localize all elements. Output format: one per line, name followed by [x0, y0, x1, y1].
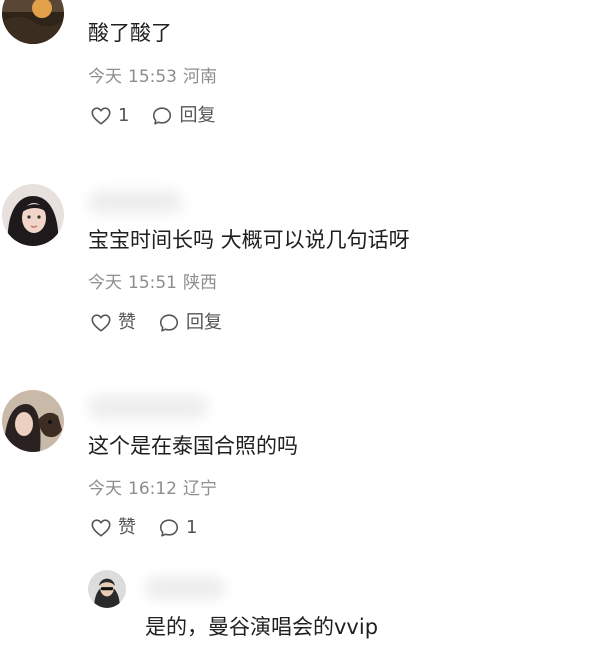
reply-label: 回复 — [186, 312, 222, 333]
comment-text: 宝宝时间长吗 大概可以说几句话呀 — [88, 228, 410, 252]
comment-date: 今天 — [88, 273, 122, 293]
comment-item-3: 这个是在泰国合照的吗 今天 16:12 辽宁 赞 1 — [0, 350, 600, 560]
comment-location: 陕西 — [183, 273, 217, 293]
comment-text: 这个是在泰国合照的吗 — [88, 434, 298, 458]
avatar[interactable] — [2, 184, 64, 246]
like-count: 1 — [118, 105, 130, 126]
comment-time: 16:12 — [128, 479, 177, 499]
comment-date: 今天 — [88, 67, 122, 87]
comment-bubble-icon — [159, 314, 179, 332]
comment-actions: 1 回复 — [90, 104, 215, 128]
heart-icon — [91, 107, 111, 125]
comment-meta: 今天 15:51 陕西 — [88, 272, 223, 294]
avatar[interactable] — [88, 570, 126, 608]
reply-item: 是的，曼谷演唱会的vvip — [0, 560, 600, 650]
comment-bubble-icon — [153, 107, 172, 125]
username-blurred — [88, 395, 208, 419]
comment-actions: 赞 1 — [90, 516, 197, 540]
username-blurred — [88, 190, 183, 214]
comment-time: 15:51 — [128, 273, 177, 293]
comment-date: 今天 — [88, 479, 122, 499]
reply-text: 是的，曼谷演唱会的vvip — [145, 615, 379, 639]
heart-icon — [91, 314, 111, 332]
heart-icon — [91, 519, 111, 537]
comment-item-1: 酸了酸了 今天 15:53 河南 1 回复 — [0, 0, 600, 150]
reply-count: 1 — [186, 517, 198, 538]
comment-location: 辽宁 — [183, 479, 217, 499]
comment-location: 河南 — [183, 67, 217, 87]
comment-actions: 赞 回复 — [90, 311, 222, 335]
like-button[interactable]: 赞 — [90, 311, 136, 335]
comment-item-2: 宝宝时间长吗 大概可以说几句话呀 今天 15:51 陕西 赞 回复 — [0, 150, 600, 350]
comment-text: 酸了酸了 — [88, 21, 172, 45]
avatar[interactable] — [2, 0, 64, 44]
reply-button[interactable]: 回复 — [158, 311, 222, 335]
username-blurred — [145, 576, 225, 600]
comment-bubble-icon — [159, 519, 179, 537]
like-button[interactable]: 赞 — [90, 516, 136, 540]
like-button[interactable]: 1 — [90, 104, 129, 128]
like-label: 赞 — [118, 517, 136, 538]
reply-button[interactable]: 回复 — [151, 104, 215, 128]
reply-button[interactable]: 1 — [158, 516, 197, 540]
avatar[interactable] — [2, 390, 64, 452]
comment-meta: 今天 16:12 辽宁 — [88, 478, 223, 500]
comment-meta: 今天 15:53 河南 — [88, 66, 223, 88]
like-label: 赞 — [118, 312, 136, 333]
reply-label: 回复 — [179, 105, 216, 126]
comment-time: 15:53 — [128, 67, 177, 87]
